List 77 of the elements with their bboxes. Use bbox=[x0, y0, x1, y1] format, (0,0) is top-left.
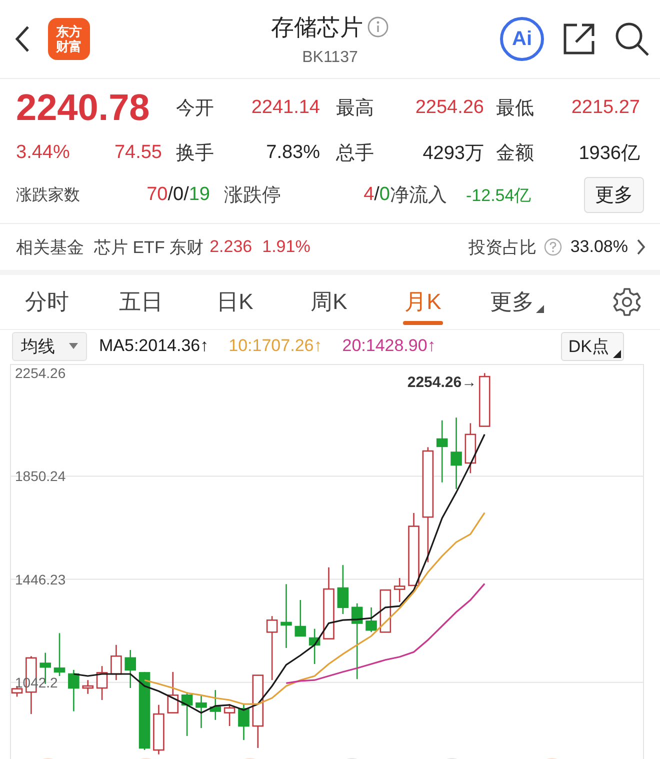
fund-name[interactable]: 芯片 ETF 东财 bbox=[94, 236, 204, 258]
candlestick bbox=[351, 602, 363, 680]
candlestick bbox=[280, 584, 292, 649]
ai-button[interactable]: Ai bbox=[500, 17, 544, 61]
stat-label: 换手 bbox=[176, 142, 215, 166]
app-logo: 东方 财富 bbox=[48, 18, 90, 60]
change-amount: 74.55 bbox=[114, 142, 162, 164]
candlestick bbox=[124, 649, 136, 689]
stat-value: 7.83% bbox=[265, 142, 320, 164]
stat-value: 4/0 bbox=[362, 184, 390, 206]
change-percent: 3.44% bbox=[16, 142, 70, 164]
candlestick bbox=[167, 671, 179, 714]
dk-button[interactable]: DK点 bbox=[561, 332, 624, 360]
candlestick bbox=[224, 703, 236, 727]
chart-tab[interactable]: 更多 bbox=[470, 275, 564, 329]
ratio-label: 投资占比 bbox=[468, 236, 536, 258]
chevron-right-icon[interactable] bbox=[636, 238, 646, 256]
candlestick bbox=[196, 695, 207, 729]
caret-icon bbox=[69, 343, 78, 349]
fund-label: 相关基金 bbox=[16, 236, 84, 258]
stat-label: 金额 bbox=[495, 142, 535, 166]
candlestick bbox=[110, 644, 122, 681]
stat-label: 最高 bbox=[335, 96, 375, 120]
stat-value: -12.54亿 bbox=[466, 184, 532, 206]
chart-tab[interactable]: 日K bbox=[188, 275, 282, 329]
stat-value: 2215.27 bbox=[570, 96, 640, 118]
candlestick bbox=[450, 416, 462, 490]
back-icon[interactable] bbox=[14, 25, 30, 53]
stat-label: 涨跌家数 bbox=[16, 186, 81, 206]
stat-value: 4293万 bbox=[422, 142, 484, 166]
page-title: 存储芯片 bbox=[271, 12, 363, 42]
chart-tab[interactable]: 月K bbox=[376, 275, 470, 329]
sector-code: BK1137 bbox=[302, 48, 358, 66]
dropdown-corner-icon bbox=[536, 305, 544, 313]
help-icon[interactable] bbox=[544, 238, 562, 256]
current-price: 2240.78 bbox=[16, 86, 151, 128]
candlestick bbox=[394, 577, 406, 603]
more-button[interactable]: 更多 bbox=[584, 177, 644, 213]
candlestick bbox=[238, 703, 250, 741]
stat-value: 2254.26 bbox=[414, 96, 484, 118]
tab-underline bbox=[403, 321, 443, 325]
candlestick bbox=[266, 615, 278, 681]
ratio-value: 33.08% bbox=[570, 237, 628, 257]
axis-label: 2254.26 bbox=[15, 365, 66, 382]
candlestick bbox=[366, 606, 377, 633]
candlestick bbox=[436, 420, 448, 484]
info-icon[interactable] bbox=[367, 16, 389, 38]
candlestick bbox=[337, 564, 349, 615]
high-price-annotation: 2254.26→ bbox=[407, 374, 477, 392]
fund-price: 2.236 bbox=[210, 237, 252, 257]
settings-icon[interactable] bbox=[612, 287, 642, 317]
stat-label: 净流入 bbox=[390, 184, 448, 208]
fund-change: 1.91% bbox=[262, 237, 310, 257]
chart-tab[interactable]: 周K bbox=[282, 275, 376, 329]
stat-value: 70/0/19 bbox=[146, 184, 210, 206]
dropdown-corner-icon bbox=[613, 350, 621, 358]
ma-value: 10:1707.26↑ bbox=[228, 336, 322, 356]
stat-value: 2241.14 bbox=[250, 96, 320, 118]
axis-label: 1446.23 bbox=[15, 571, 66, 588]
candlestick bbox=[294, 599, 306, 637]
chart-tab[interactable]: 分时 bbox=[0, 275, 94, 329]
stat-label: 最低 bbox=[495, 96, 535, 120]
stat-label: 今开 bbox=[176, 96, 215, 120]
chart-tab[interactable]: 五日 bbox=[94, 275, 188, 329]
stat-label: 涨跌停 bbox=[223, 184, 282, 208]
candlestick bbox=[82, 679, 94, 695]
share-icon[interactable] bbox=[562, 22, 596, 56]
stat-value: 1936亿 bbox=[578, 142, 640, 166]
candlestick bbox=[54, 632, 66, 677]
axis-label: 1850.24 bbox=[15, 468, 66, 484]
ma-value: MA5:2014.36↑ bbox=[99, 336, 209, 356]
candlestick bbox=[68, 669, 80, 712]
ma-value: 20:1428.90↑ bbox=[342, 336, 436, 356]
search-icon[interactable] bbox=[614, 21, 650, 57]
stat-label: 总手 bbox=[335, 142, 375, 166]
indicator-select[interactable]: 均线 bbox=[12, 332, 87, 360]
candlestick bbox=[210, 689, 222, 721]
